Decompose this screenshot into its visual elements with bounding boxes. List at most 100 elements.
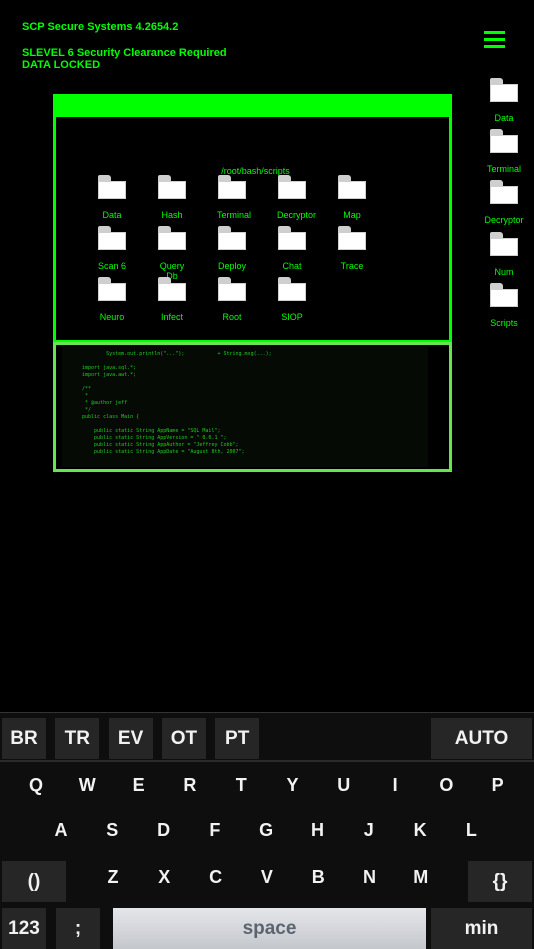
key-h[interactable]: H xyxy=(298,820,338,841)
folder-label: Terminal xyxy=(486,164,521,175)
folder-icon xyxy=(218,226,246,250)
folder-label: Terminal xyxy=(217,210,252,220)
folder-label: Data xyxy=(102,210,122,220)
folder-icon xyxy=(278,226,306,250)
auto-key[interactable]: AUTO xyxy=(431,718,532,759)
folder-map[interactable]: Map xyxy=(322,175,382,220)
folder-query-db[interactable]: Query Db xyxy=(142,226,202,281)
key-d[interactable]: D xyxy=(144,820,184,841)
key-w[interactable]: W xyxy=(67,775,107,796)
keyboard-divider xyxy=(0,760,534,762)
folder-siop[interactable]: SIOP xyxy=(262,277,322,322)
folder-icon xyxy=(278,175,306,199)
folder-icon xyxy=(98,175,126,199)
system-title: SCP Secure Systems 4.2654.2 xyxy=(22,21,179,33)
space-key[interactable]: space xyxy=(113,908,426,949)
folder-view: /root/bash/scripts Data Hash Terminal Decry… xyxy=(53,114,452,343)
folder-label: Root xyxy=(222,312,242,322)
folder-neuro[interactable]: Neuro xyxy=(82,277,142,322)
folder-icon xyxy=(218,175,246,199)
key-o[interactable]: O xyxy=(426,775,466,796)
folder-hash[interactable]: Hash xyxy=(142,175,202,220)
key-q[interactable]: Q xyxy=(16,775,56,796)
key-r[interactable]: R xyxy=(170,775,210,796)
code-panel: System.out.println("..."); + String.msg(… xyxy=(53,342,452,472)
folder-label: Deploy xyxy=(217,261,246,271)
folder-label: SIOP xyxy=(281,312,303,322)
folder-label: Trace xyxy=(340,261,364,271)
key-k[interactable]: K xyxy=(400,820,440,841)
key-s[interactable]: S xyxy=(92,820,132,841)
key-l[interactable]: L xyxy=(451,820,491,841)
folder-icon xyxy=(490,129,518,154)
folder-icon xyxy=(490,78,518,102)
folder-decryptor[interactable]: Decryptor xyxy=(262,175,322,220)
key-z[interactable]: Z xyxy=(93,867,133,888)
folder-label: Decryptor xyxy=(277,210,317,220)
folder-label: Infect xyxy=(160,312,183,322)
folder-data[interactable]: Data xyxy=(82,175,142,220)
keyboard: BR TR EV OT PT AUTO QWERTYUIOP ASDFGHJKL ZXCVB… xyxy=(0,712,534,949)
folder-scan-6[interactable]: Scan 6 xyxy=(82,226,142,271)
folder-icon xyxy=(490,282,518,307)
sidebar-folder-scripts[interactable]: Scripts xyxy=(474,282,534,328)
key-f[interactable]: F xyxy=(195,820,235,841)
key-i[interactable]: I xyxy=(375,775,415,796)
folder-root[interactable]: Root xyxy=(202,277,262,322)
suggestion-pt[interactable]: PT xyxy=(215,718,260,759)
key-t[interactable]: T xyxy=(221,775,261,796)
key-c[interactable]: C xyxy=(196,867,236,888)
key-j[interactable]: J xyxy=(349,820,389,841)
min-key[interactable]: min xyxy=(431,908,532,949)
folder-icon xyxy=(490,231,518,256)
folder-label: Decryptor xyxy=(484,215,524,226)
key-g[interactable]: G xyxy=(246,820,286,841)
parentheses-key[interactable]: () xyxy=(2,861,66,902)
key-a[interactable]: A xyxy=(41,820,81,841)
folder-icon xyxy=(278,277,306,301)
suggestion-ot[interactable]: OT xyxy=(161,718,206,759)
key-e[interactable]: E xyxy=(119,775,159,796)
sidebar-folder-terminal[interactable]: Terminal xyxy=(474,129,534,174)
folder-icon xyxy=(98,277,126,301)
key-x[interactable]: X xyxy=(144,867,184,888)
file-window: /root/bash/scripts Data Hash Terminal Decry… xyxy=(53,94,452,472)
folder-terminal[interactable]: Terminal xyxy=(202,175,262,220)
folder-chat[interactable]: Chat xyxy=(262,226,322,271)
folder-deploy[interactable]: Deploy xyxy=(202,226,262,271)
braces-key[interactable]: {} xyxy=(468,861,532,902)
folder-infect[interactable]: Infect xyxy=(142,277,202,322)
clearance-notice: SLEVEL 6 Security Clearance Required xyxy=(22,47,227,59)
key-m[interactable]: M xyxy=(401,867,441,888)
sidebar-folder-num[interactable]: Num xyxy=(474,231,534,277)
key-p[interactable]: P xyxy=(478,775,518,796)
sidebar-folder-data[interactable]: Data xyxy=(474,78,534,123)
folder-label: Num xyxy=(494,266,514,277)
folder-icon xyxy=(338,226,366,250)
key-y[interactable]: Y xyxy=(273,775,313,796)
folder-icon xyxy=(338,175,366,199)
folder-label: Scan 6 xyxy=(97,261,127,271)
folder-icon xyxy=(98,226,126,250)
hamburger-menu-icon[interactable] xyxy=(484,31,505,49)
folder-label: Neuro xyxy=(99,312,125,322)
semicolon-key[interactable]: ; xyxy=(56,908,100,949)
folder-label: Data xyxy=(494,113,514,123)
lock-status: DATA LOCKED xyxy=(22,59,101,71)
folder-icon xyxy=(158,175,186,199)
folder-label: Map xyxy=(343,210,361,220)
key-b[interactable]: B xyxy=(298,867,338,888)
key-v[interactable]: V xyxy=(247,867,287,888)
folder-label: Hash xyxy=(161,210,183,220)
suggestion-ev[interactable]: EV xyxy=(108,718,153,759)
folder-label: Chat xyxy=(282,261,302,271)
suggestion-tr[interactable]: TR xyxy=(55,718,100,759)
suggestion-br[interactable]: BR xyxy=(2,718,46,759)
sidebar-folder-decryptor[interactable]: Decryptor xyxy=(474,180,534,225)
key-u[interactable]: U xyxy=(324,775,364,796)
folder-icon xyxy=(490,180,518,205)
key-n[interactable]: N xyxy=(350,867,390,888)
numbers-key[interactable]: 123 xyxy=(2,908,46,949)
folder-label: Scripts xyxy=(490,317,518,328)
folder-trace[interactable]: Trace xyxy=(322,226,382,271)
